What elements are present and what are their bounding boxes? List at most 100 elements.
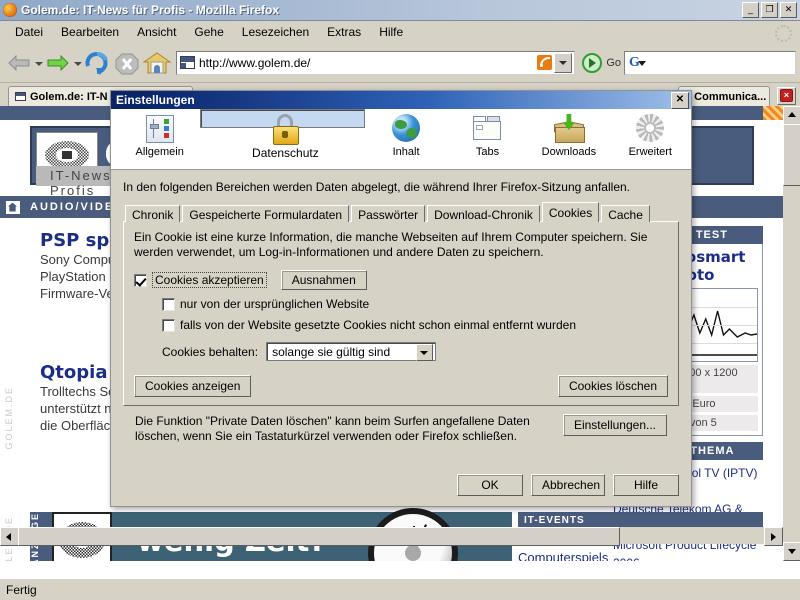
tab-chronik[interactable]: Chronik [125,205,181,222]
origin-only-label[interactable]: nur von der ursprünglichen Website [180,297,369,311]
cancel-button[interactable]: Abbrechen [531,474,605,496]
event-link[interactable]: Computerspiels [518,549,763,561]
firefox-logo-icon [3,3,17,17]
back-arrow-icon [8,54,30,71]
tabs-icon [471,112,503,144]
keep-cookies-select[interactable]: solange sie gültig sind [266,342,437,361]
scroll-right-button[interactable] [764,527,783,546]
pref-pane-erweitert[interactable]: Erweitert [610,109,691,167]
close-tab-button[interactable]: × [777,87,796,105]
tab-cookies[interactable]: Cookies [541,202,600,222]
menu-item-lesezeichen[interactable]: Lesezeichen [233,23,318,41]
close-button[interactable]: ✕ [780,2,797,18]
vertical-scroll-thumb[interactable] [783,124,800,186]
accept-cookies-checkbox[interactable] [134,273,147,287]
dialog-footer: Die Funktion "Private Daten löschen" kan… [123,406,679,444]
delete-cookies-button[interactable]: Cookies löschen [557,375,668,397]
google-search-icon[interactable]: G [629,55,646,71]
pref-pane-label: Allgemein [135,146,184,158]
stop-button[interactable] [112,48,142,78]
sliders-icon [144,112,176,144]
restore-button[interactable]: ❐ [761,2,778,18]
reload-button[interactable] [82,48,112,78]
scroll-left-button[interactable] [0,527,19,546]
status-bar: Fertig [0,578,800,600]
menu-item-datei[interactable]: Datei [6,23,52,41]
back-button[interactable] [4,48,34,78]
vertical-scrollbar[interactable] [783,106,800,561]
dialog-body: In den folgenden Bereichen werden Daten … [111,170,691,444]
pref-pane-inhalt[interactable]: Inhalt [365,109,446,167]
exceptions-button[interactable]: Ausnahmen [280,270,367,290]
tab-passwoerter[interactable]: Passwörter [351,205,426,222]
menu-item-hilfe[interactable]: Hilfe [370,23,412,41]
forward-button[interactable] [43,48,73,78]
reload-arrow-icon [85,51,108,75]
forward-arrow-icon [47,54,69,71]
private-data-settings-button[interactable]: Einstellungen... [562,414,667,436]
pref-pane-datenschutz[interactable]: Datenschutz [200,109,366,160]
go-arrow-icon [582,52,603,73]
dialog-title-bar: Einstellungen ✕ [111,91,691,109]
show-cookies-button[interactable]: Cookies anzeigen [134,375,252,397]
keep-cookies-label: Cookies behalten: [162,344,259,359]
pref-pane-tabs[interactable]: Tabs [447,109,528,167]
browser-tab-label: 0 Communica... [685,90,767,103]
horizontal-scrollbar[interactable] [0,527,783,546]
rss-dropdown-button[interactable] [554,52,573,73]
url-text[interactable]: http://www.golem.de/ [199,56,537,70]
tab-download-chronik[interactable]: Download-Chronik [427,205,540,222]
status-text: Fertig [6,582,37,597]
privacy-tab-row: Chronik Gespeicherte Formulardaten Passw… [125,202,679,222]
not-removed-label[interactable]: falls von der Website gesetzte Cookies n… [180,318,576,332]
browser-tab-label: Golem.de: IT-N [30,90,108,103]
menu-item-ansicht[interactable]: Ansicht [128,23,185,41]
site-watermark-1: GOLEM.DE [4,386,14,450]
site-home-icon[interactable] [6,200,20,214]
horizontal-scroll-thumb[interactable] [18,527,620,546]
chevron-down-icon[interactable] [416,344,434,361]
scroll-up-button[interactable] [783,106,800,125]
dialog-close-button[interactable]: ✕ [671,91,689,109]
pref-pane-downloads[interactable]: Downloads [528,109,609,167]
go-label: Go [606,56,621,69]
close-icon: × [780,89,793,102]
home-button[interactable] [142,48,172,78]
pref-pane-allgemein[interactable]: Allgemein [119,109,200,167]
firefox-window: Golem.de: IT-News für Profis - Mozilla F… [0,0,800,600]
minimize-button[interactable]: _ [742,2,759,18]
rss-feed-icon[interactable] [537,55,553,70]
navigation-toolbar: http://www.golem.de/ Go G [0,43,800,83]
ok-button[interactable]: OK [457,474,523,496]
preferences-dialog: Einstellungen ✕ Allgemein Datenschutz In… [110,90,692,507]
tab-cache[interactable]: Cache [601,205,650,222]
window-controls: _ ❐ ✕ [742,2,797,18]
not-removed-row: falls von der Website gesetzte Cookies n… [162,318,668,332]
menu-item-gehe[interactable]: Gehe [185,23,232,41]
private-data-text: Die Funktion "Private Daten löschen" kan… [135,414,530,443]
window-title-text: Golem.de: IT-News für Profis - Mozilla F… [21,3,280,17]
go-button[interactable]: Go [582,52,621,73]
scroll-down-button[interactable] [783,542,800,561]
page-favicon-icon [180,56,195,69]
accept-cookies-row: Cookies akzeptieren Ausnahmen [134,270,668,290]
cookies-panel: Ein Cookie ist eine kurze Information, d… [123,221,679,406]
forward-dropdown[interactable] [73,48,82,78]
menu-item-extras[interactable]: Extras [318,23,370,41]
menu-item-bearbeiten[interactable]: Bearbeiten [52,23,128,41]
accept-cookies-label[interactable]: Cookies akzeptieren [152,272,267,288]
download-box-icon [553,112,585,144]
tab-formulardaten[interactable]: Gespeicherte Formulardaten [182,205,350,222]
url-bar[interactable]: http://www.golem.de/ [176,50,576,75]
origin-only-checkbox[interactable] [162,297,175,311]
pref-pane-label: Datenschutz [252,146,319,160]
not-removed-checkbox[interactable] [162,318,175,332]
back-dropdown[interactable] [34,48,43,78]
help-button[interactable]: Hilfe [613,474,679,496]
throbber-icon [775,25,792,42]
pref-pane-label: Inhalt [392,146,420,158]
cookie-action-buttons: Cookies anzeigen Cookies löschen [134,375,668,397]
keep-cookies-value: solange sie gültig sind [272,344,391,359]
search-input[interactable]: G [624,50,796,75]
window-title-bar: Golem.de: IT-News für Profis - Mozilla F… [0,0,800,21]
